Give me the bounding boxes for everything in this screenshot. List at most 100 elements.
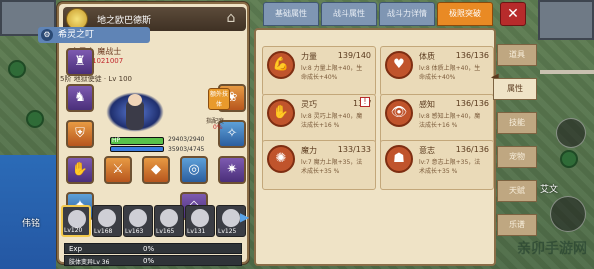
hero-class-bar: ⚙ 希灵之叮 xyxy=(38,27,150,43)
hero-power: 战斗力 1021007 xyxy=(68,57,124,65)
class-gear-icon: ⚙ xyxy=(41,29,53,41)
mp-bar xyxy=(110,146,164,152)
shoulder-icon: ♞ xyxy=(74,90,86,105)
weapon-icon: ⚔ xyxy=(112,162,124,177)
stat-card[interactable]: ☗ 意志 136/136 lv:7 意志上限+35，法 术成长+35 % xyxy=(380,140,494,190)
relic-icon: ✷ xyxy=(226,162,238,177)
next-hero-arrow-icon[interactable]: ▶ xyxy=(240,210,249,226)
stat-value: 136/136 xyxy=(455,99,489,108)
stat-name: 力量 xyxy=(301,52,317,61)
side-menu-item[interactable]: 宠物 xyxy=(497,146,537,168)
perception-icon: 👁 xyxy=(385,99,413,127)
stat-value: 136/136 xyxy=(455,145,489,154)
evolution-percent: 0% xyxy=(143,257,155,265)
hero-slot[interactable]: Lv168 xyxy=(92,205,122,237)
tree xyxy=(560,150,578,168)
stat-description: 术成长+35 % xyxy=(419,168,458,175)
stat-description: lv:8 体质上限+40，生 xyxy=(419,65,481,72)
mp-fill xyxy=(111,147,163,151)
side-menu-item[interactable]: 道具 xyxy=(497,44,537,66)
world-action-button[interactable] xyxy=(556,118,586,148)
stat-card[interactable]: ♥ 体质 136/136 lv:8 体质上限+40，生 命成长+40% xyxy=(380,46,494,96)
hero-level: Lv165 xyxy=(156,228,175,235)
hero-slot[interactable]: Lv120 xyxy=(61,205,91,237)
equip-slot-accessory[interactable]: ◆ xyxy=(142,156,170,184)
stat-name: 魔力 xyxy=(301,146,317,155)
awaken-button[interactable]: 额外技体 xyxy=(208,88,230,110)
stat-card[interactable]: 👁 感知 136/136 lv:8 感知上限+40，魔 法成长+16 % xyxy=(380,94,494,144)
fence xyxy=(540,70,594,74)
agility-icon: ✋ xyxy=(267,99,295,127)
close-button[interactable]: ✕ xyxy=(500,2,526,26)
stat-name: 意志 xyxy=(419,146,435,155)
stat-description: 法成长+16 % xyxy=(301,122,340,129)
stat-value: 136/136 xyxy=(455,51,489,60)
hero-level: Lv131 xyxy=(187,228,206,235)
hero-avatar xyxy=(222,209,240,227)
will-icon: ☗ xyxy=(385,145,413,173)
hero-slot[interactable]: Lv131 xyxy=(185,205,215,237)
hp-label: HP xyxy=(112,137,121,144)
stat-description: 命成长+40% xyxy=(419,74,456,81)
stat-name: 灵巧 xyxy=(301,100,317,109)
mp-value: 35903/4745 xyxy=(168,146,205,153)
equip-slot-relic[interactable]: ✷ xyxy=(218,156,246,184)
equip-slot-weapon[interactable]: ⚔ xyxy=(104,156,132,184)
tab-limit-break[interactable]: 极限突破 xyxy=(437,2,493,26)
water-pool xyxy=(0,155,56,269)
side-menu: 道具 属性 技能 宠物 天赋 乐谱 xyxy=(493,44,537,254)
guide-percent: 0% xyxy=(213,124,223,131)
building-top-right xyxy=(538,0,594,40)
hp-value: 29403/2940 xyxy=(168,136,205,143)
stat-card[interactable]: 💪 力量 139/140 lv:8 力量上限+40，生 命成长+40% xyxy=(262,46,376,96)
equip-slot-shoulder[interactable]: ♞ xyxy=(66,84,94,112)
side-menu-item[interactable]: 属性 xyxy=(493,78,537,100)
tree xyxy=(26,110,44,128)
stat-description: lv:7 意志上限+35，法 xyxy=(419,159,481,166)
evolution-bar: 肢体变异Lv 36 0% xyxy=(64,255,242,266)
side-menu-item[interactable]: 天赋 xyxy=(497,180,537,202)
equip-slot-armor[interactable]: ⛨ xyxy=(66,120,94,148)
stat-description: lv:7 魔力上限+35，法 xyxy=(301,159,363,166)
stat-description: lv:8 力量上限+40，生 xyxy=(301,65,363,72)
stat-value: 139/140 xyxy=(337,51,371,60)
exp-percent: 0% xyxy=(143,245,155,253)
magic-icon: ✺ xyxy=(267,145,295,173)
hero-level: Lv163 xyxy=(125,228,144,235)
npc-name-label: 伟铭 xyxy=(22,219,41,229)
side-menu-item[interactable]: 技能 xyxy=(497,112,537,134)
hero-avatar xyxy=(68,210,86,228)
armor-icon: ⛨ xyxy=(75,126,85,141)
tab-basic-attributes[interactable]: 基础属性 xyxy=(263,2,319,26)
hero-tier: 5阶 地狱使徒 · Lv 100 xyxy=(60,75,132,83)
ring-icon: ◎ xyxy=(188,162,200,177)
stat-description: lv:8 灵巧上限+40，魔 xyxy=(301,113,363,120)
tab-power-details[interactable]: 战斗力详情 xyxy=(379,2,435,26)
hero-slot[interactable]: Lv163 xyxy=(123,205,153,237)
equip-slot-gloves[interactable]: ✋ xyxy=(66,156,94,184)
stat-description: 法成长+16 % xyxy=(419,122,458,129)
tab-combat-attributes[interactable]: 战斗属性 xyxy=(321,2,377,26)
stat-description: 术成长+35 % xyxy=(301,168,340,175)
constitution-icon: ♥ xyxy=(385,51,413,79)
stat-card[interactable]: ✺ 魔力 133/133 lv:7 魔力上限+35，法 术成长+35 % xyxy=(262,140,376,190)
hero-slot[interactable]: Lv165 xyxy=(154,205,184,237)
equip-slot-ring[interactable]: ◎ xyxy=(180,156,208,184)
watermark: 亲卯手游网 xyxy=(517,241,587,257)
wardrobe-hanger-icon[interactable]: ⌂ xyxy=(222,9,240,27)
npc-name-label: 艾文 xyxy=(540,185,559,195)
gloves-icon: ✋ xyxy=(71,162,89,177)
hero-level: Lv125 xyxy=(218,228,237,235)
hero-avatar xyxy=(160,209,178,227)
hero-class-name: 希灵之叮 xyxy=(58,30,95,40)
exp-bar: Exp 0% xyxy=(64,243,242,254)
stat-value: 133/133 xyxy=(337,145,371,154)
hero-level: Lv168 xyxy=(94,228,113,235)
stat-description: 命成长+40% xyxy=(301,74,338,81)
hero-list: Lv120 Lv168 Lv163 Lv165 Lv131 Lv125 xyxy=(61,205,246,239)
hero-level: Lv120 xyxy=(64,227,83,234)
stat-card[interactable]: ✋灵巧132/lv:8 灵巧上限+40，魔法成长+16 %! xyxy=(262,94,376,144)
equip-slot-helmet[interactable]: ♜ xyxy=(66,48,94,76)
world-attack-button[interactable] xyxy=(550,196,586,232)
crystal-icon: ✧ xyxy=(226,126,238,141)
